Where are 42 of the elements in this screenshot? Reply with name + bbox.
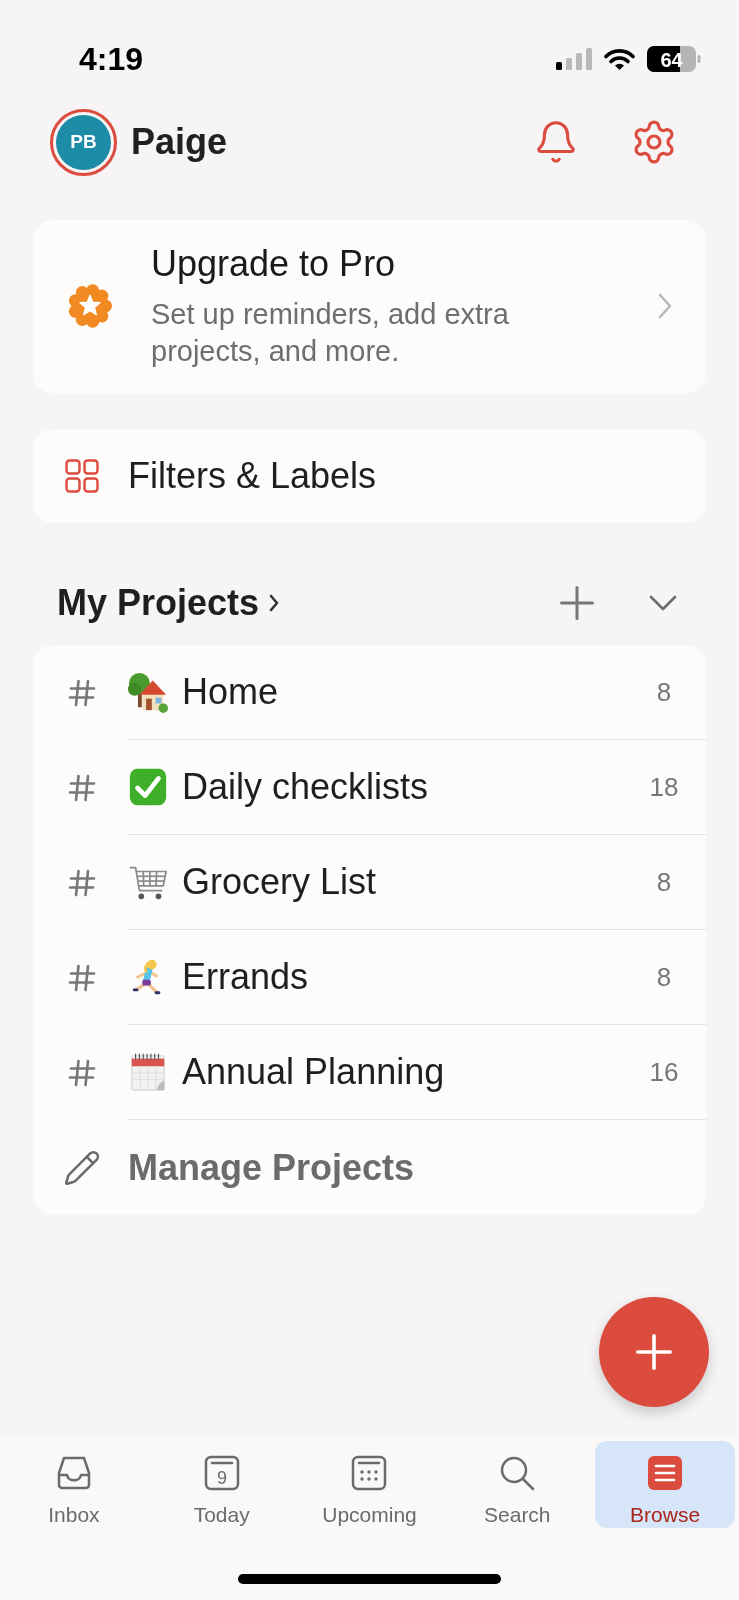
house-icon: [127, 671, 169, 713]
plus-icon: [560, 585, 594, 620]
pencil-icon: [63, 1148, 101, 1187]
add-task-button[interactable]: [599, 1297, 709, 1407]
tab[interactable]: Search: [447, 1441, 588, 1528]
upgrade-description: Set up reminders, add extra projects, and more.: [151, 297, 510, 369]
hash-icon: [68, 1058, 96, 1087]
grid-icon: [65, 459, 99, 493]
project-name[interactable]: Annual Planning: [182, 1050, 445, 1094]
hash-icon: [68, 868, 96, 897]
chevron-right-icon: [658, 293, 672, 319]
upgrade-title: Upgrade to Pro: [151, 242, 397, 286]
my-projects-link[interactable]: My Projects: [57, 580, 280, 625]
avatar[interactable]: PB: [50, 108, 117, 176]
hash-icon: [68, 963, 96, 992]
project-name[interactable]: Daily checklists: [182, 765, 429, 809]
filters-labels-button[interactable]: Filters & Labels: [33, 429, 706, 523]
task-count: 8: [655, 961, 673, 993]
project-name[interactable]: Grocery List: [182, 860, 377, 904]
user-name: Paige: [131, 120, 228, 164]
signal-icon: [556, 48, 592, 70]
badge-star-icon: [67, 283, 113, 329]
status-time: 4:19: [79, 40, 144, 78]
task-count: 8: [655, 676, 673, 708]
check-box-icon: [127, 766, 169, 808]
upgrade-card[interactable]: Upgrade to Pro Set up reminders, add extra projects, and more.: [33, 220, 706, 393]
tab[interactable]: Browse: [595, 1441, 735, 1528]
task-count: 18: [648, 771, 680, 803]
task-count: 8: [655, 866, 673, 898]
project-name[interactable]: Errands: [182, 955, 309, 999]
tab[interactable]: Upcoming: [299, 1441, 440, 1528]
plus-icon: [636, 1334, 672, 1370]
task-count: 16: [648, 1056, 680, 1088]
chevron-down-icon: [649, 594, 677, 611]
hash-icon: [68, 773, 96, 802]
manage-projects-button[interactable]: Manage Projects: [33, 1120, 706, 1215]
chevron-right-icon: [269, 593, 280, 612]
tab[interactable]: 9 Today: [151, 1441, 292, 1528]
wifi-icon: [604, 47, 635, 71]
tab[interactable]: Inbox: [4, 1441, 144, 1528]
project-name[interactable]: Home: [182, 670, 279, 714]
hash-icon: [68, 678, 96, 707]
